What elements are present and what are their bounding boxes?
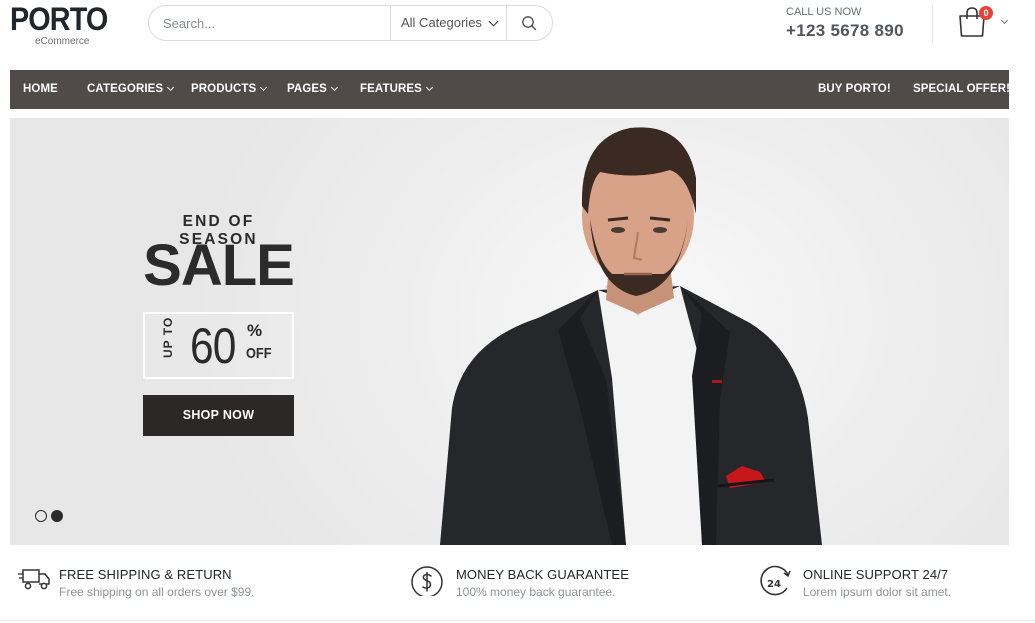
slider-dot-1[interactable] bbox=[35, 510, 47, 522]
chevron-down-icon bbox=[330, 83, 338, 92]
nav-item-label: CATEGORIES bbox=[87, 83, 164, 95]
search-icon bbox=[522, 16, 537, 31]
feature-subtitle: 100% money back guarantee. bbox=[456, 585, 616, 599]
bottom-divider bbox=[0, 620, 1035, 621]
nav-features[interactable]: FEATURES bbox=[360, 70, 433, 109]
discount-box: UP TO 60 % OFF bbox=[143, 312, 294, 379]
site-header: PORTO eCommerce All Categories CALL US N… bbox=[0, 0, 1035, 70]
search-button[interactable] bbox=[507, 6, 552, 40]
support-24-icon: 24 bbox=[760, 565, 791, 596]
phone-number[interactable]: +123 5678 890 bbox=[786, 21, 904, 41]
nav-item-label: FEATURES bbox=[360, 83, 422, 95]
feature-title: ONLINE SUPPORT 24/7 bbox=[803, 567, 949, 582]
nav-special-offer[interactable]: SPECIAL OFFER! bbox=[913, 70, 1010, 109]
svg-text:24: 24 bbox=[767, 579, 781, 590]
search-input[interactable] bbox=[150, 7, 390, 39]
nav-item-label: HOME bbox=[23, 83, 58, 95]
hero-title: SALE bbox=[143, 233, 295, 298]
call-us-label: CALL US NOW bbox=[786, 6, 862, 18]
dollar-circle-icon bbox=[411, 566, 443, 596]
shop-now-button[interactable]: SHOP NOW bbox=[143, 395, 294, 436]
logo-tagline: eCommerce bbox=[35, 36, 90, 47]
slider-dot-2-active[interactable] bbox=[51, 510, 63, 522]
call-us-block: CALL US NOW +123 5678 890 bbox=[786, 6, 926, 46]
cart-count-badge: 0 bbox=[979, 6, 993, 20]
nav-pages[interactable]: PAGES bbox=[287, 70, 338, 109]
nav-home[interactable]: HOME bbox=[23, 70, 58, 109]
chevron-down-icon bbox=[1000, 16, 1009, 25]
promo-percent-sign: % bbox=[247, 321, 263, 340]
category-select[interactable]: All Categories bbox=[390, 6, 507, 40]
feature-money-back: MONEY BACK GUARANTEE 100% money back gua… bbox=[410, 560, 710, 610]
cart-button[interactable]: 0 bbox=[956, 5, 1016, 41]
nav-item-label: SPECIAL OFFER! bbox=[913, 83, 1011, 95]
nav-products[interactable]: PRODUCTS bbox=[191, 70, 268, 109]
nav-item-label: PAGES bbox=[287, 83, 327, 95]
nav-item-label: PRODUCTS bbox=[191, 83, 257, 95]
nav-buy-porto[interactable]: BUY PORTO! bbox=[818, 70, 891, 109]
nav-item-label: BUY PORTO! bbox=[818, 83, 891, 95]
feature-subtitle: Lorem ipsum dolor sit amet. bbox=[803, 585, 952, 599]
header-divider bbox=[932, 5, 933, 43]
feature-free-shipping: FREE SHIPPING & RETURN Free shipping on … bbox=[17, 560, 317, 610]
chevron-down-icon bbox=[167, 83, 175, 92]
main-nav: HOME CATEGORIES PRODUCTS PAGES FEATURES … bbox=[10, 70, 1010, 109]
promo-up-to: UP TO bbox=[161, 316, 175, 358]
porto-logo[interactable]: PORTO eCommerce bbox=[10, 2, 108, 48]
chevron-down-icon bbox=[260, 83, 268, 92]
category-select-value: All Categories bbox=[401, 15, 482, 30]
promo-percent-value: 60 bbox=[190, 318, 236, 374]
promo-off: OFF bbox=[246, 345, 272, 362]
hero-model-image bbox=[440, 127, 822, 545]
search-bar: All Categories bbox=[148, 5, 553, 41]
nav-categories[interactable]: CATEGORIES bbox=[87, 70, 175, 109]
feature-title: FREE SHIPPING & RETURN bbox=[59, 567, 232, 582]
chevron-down-icon bbox=[425, 83, 433, 92]
chevron-down-icon bbox=[488, 16, 499, 27]
feature-subtitle: Free shipping on all orders over $99. bbox=[59, 585, 255, 599]
hero-slider: END OF SEASON SALE UP TO 60 % OFF SHOP N… bbox=[10, 118, 1009, 545]
logo-wordmark: PORTO bbox=[10, 1, 108, 37]
feature-title: MONEY BACK GUARANTEE bbox=[456, 567, 629, 582]
truck-icon bbox=[18, 569, 50, 590]
feature-online-support: 24 ONLINE SUPPORT 24/7 Lorem ipsum dolor… bbox=[758, 560, 1028, 610]
